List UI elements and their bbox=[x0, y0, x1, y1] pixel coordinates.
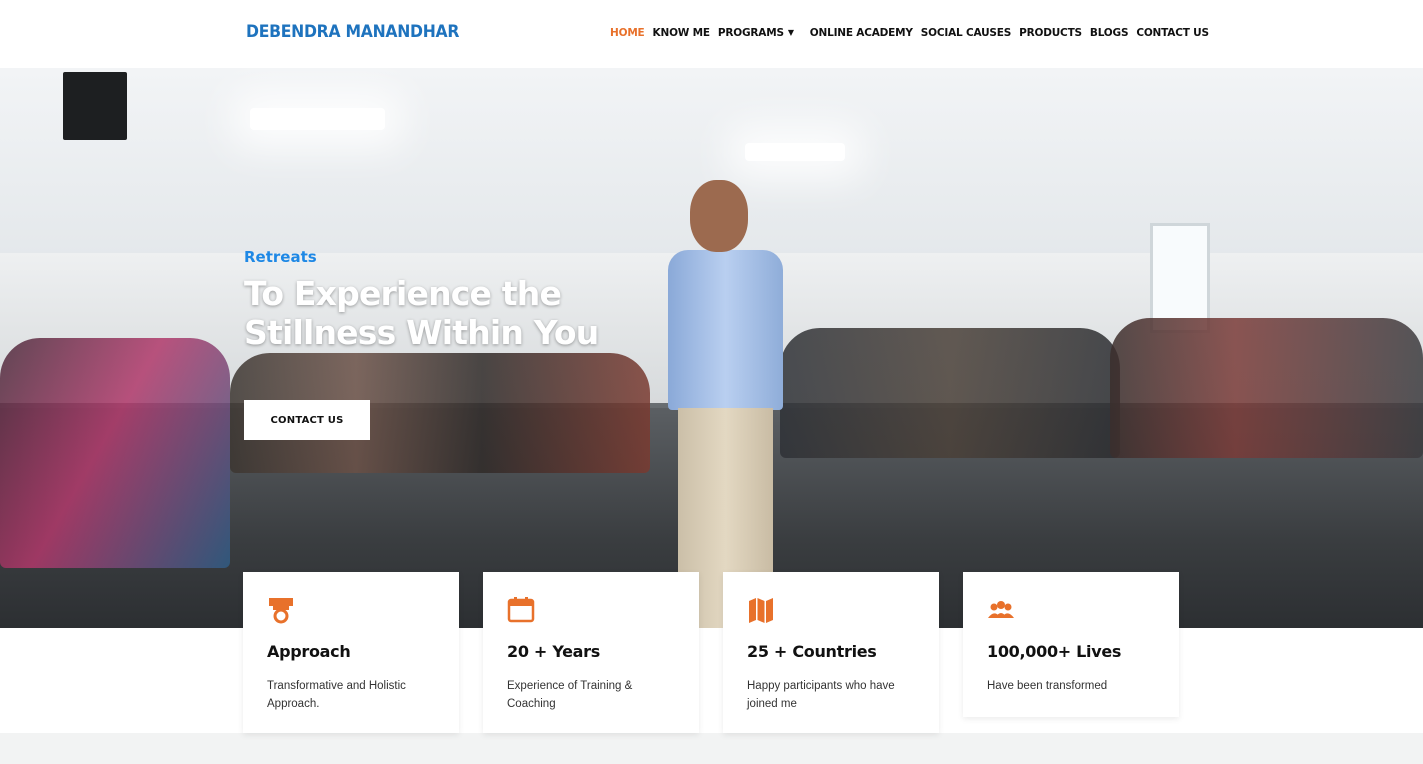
feature-card-countries: 25 + Countries Happy participants who ha… bbox=[723, 572, 939, 733]
people-icon bbox=[988, 601, 1014, 618]
feature-title: 25 + Countries bbox=[747, 642, 877, 661]
hero-photo-participants bbox=[780, 328, 1120, 458]
nav-home[interactable]: HOME bbox=[610, 27, 645, 39]
nav-contact-us[interactable]: CONTACT US bbox=[1136, 27, 1209, 39]
caret-down-icon: ▼ bbox=[787, 28, 794, 37]
feature-title: 20 + Years bbox=[507, 642, 600, 661]
person-head bbox=[690, 180, 748, 252]
nav-know-me[interactable]: KNOW ME bbox=[653, 27, 711, 39]
section-divider bbox=[0, 733, 1423, 764]
nav-blogs[interactable]: BLOGS bbox=[1090, 27, 1129, 39]
person-shirt bbox=[668, 250, 783, 410]
hero-photo-speaker-person bbox=[668, 180, 788, 628]
nav-social-causes[interactable]: SOCIAL CAUSES bbox=[921, 27, 1012, 39]
hero-text: Retreats To Experience the Stillness Wit… bbox=[244, 248, 664, 352]
nav-programs-label: PROGRAMS bbox=[717, 27, 784, 39]
hero-photo-window bbox=[1150, 223, 1210, 333]
feature-text: Happy participants who have joined me bbox=[747, 680, 895, 710]
contact-us-button[interactable]: CONTACT US bbox=[244, 400, 370, 440]
map-icon bbox=[749, 598, 773, 623]
feature-card-approach: Approach Transformative and Holistic App… bbox=[243, 572, 459, 733]
nav-online-academy[interactable]: ONLINE ACADEMY bbox=[810, 27, 913, 39]
main-nav: HOME KNOW ME PROGRAMS ▼ ONLINE ACADEMY SO… bbox=[610, 27, 1217, 39]
medal-icon bbox=[269, 598, 293, 624]
feature-card-years: 20 + Years Experience of Training & Coac… bbox=[483, 572, 699, 733]
hero-photo-speaker bbox=[63, 72, 127, 140]
feature-title: Approach bbox=[267, 642, 351, 661]
hero-photo-light bbox=[745, 143, 845, 161]
feature-card-lives: 100,000+ Lives Have been transformed bbox=[963, 572, 1179, 717]
feature-text: Have been transformed bbox=[987, 680, 1108, 692]
hero-tag: Retreats bbox=[244, 248, 317, 266]
site-logo[interactable]: DEBENDRA MANANDHAR bbox=[246, 22, 459, 42]
calendar-icon bbox=[507, 597, 535, 623]
feature-text: Experience of Training & Coaching bbox=[507, 680, 633, 710]
hero-photo-participants bbox=[0, 338, 230, 568]
feature-title: 100,000+ Lives bbox=[987, 642, 1122, 661]
hero-photo-light bbox=[250, 108, 385, 130]
feature-text: Transformative and Holistic Approach. bbox=[267, 680, 406, 710]
nav-programs[interactable]: PROGRAMS ▼ bbox=[718, 27, 794, 39]
nav-products[interactable]: PRODUCTS bbox=[1019, 27, 1082, 39]
hero-photo-participants bbox=[1110, 318, 1423, 458]
site-header: DEBENDRA MANANDHAR HOME KNOW ME PROGRAMS… bbox=[0, 0, 1423, 68]
hero-title: To Experience the Stillness Within You bbox=[244, 274, 599, 352]
hero-banner: Retreats To Experience the Stillness Wit… bbox=[0, 68, 1423, 628]
